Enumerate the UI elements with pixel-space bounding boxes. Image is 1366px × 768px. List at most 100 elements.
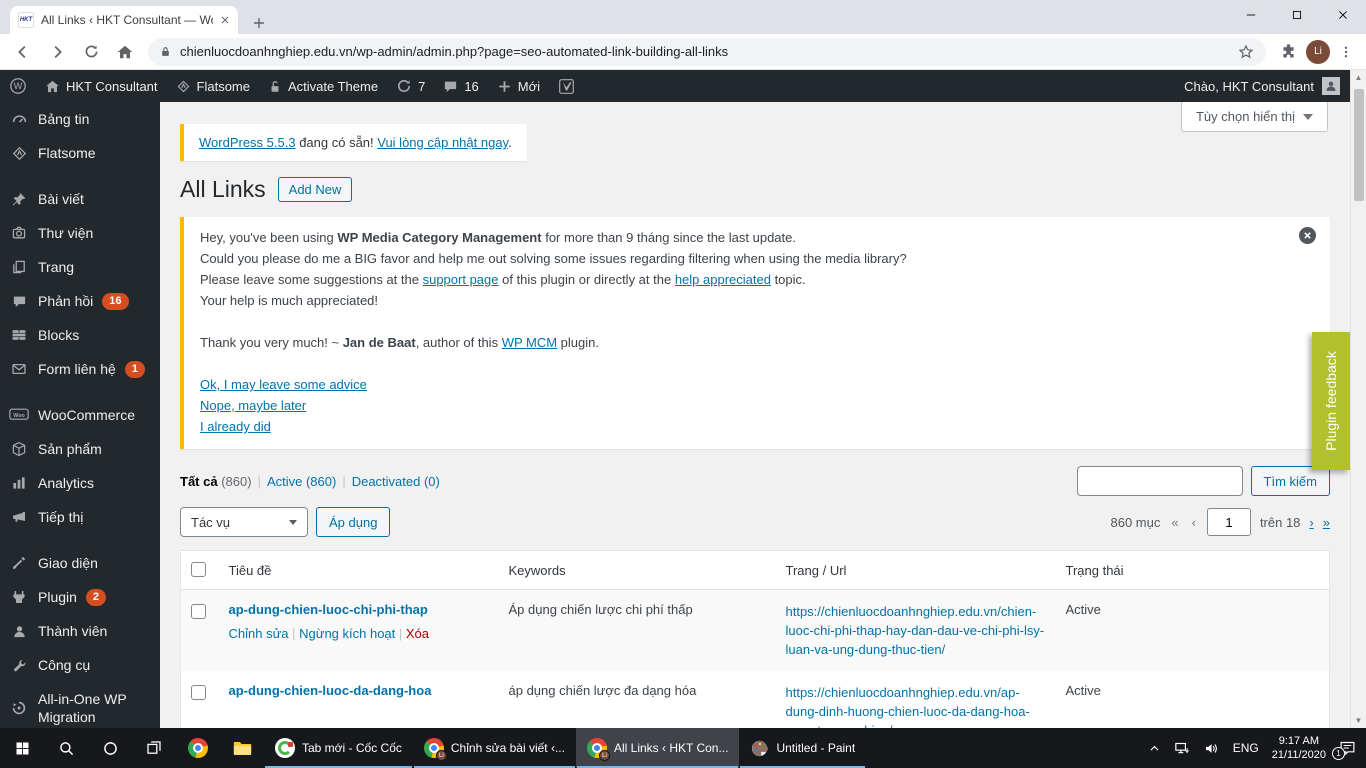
current-page-input[interactable]: [1206, 508, 1251, 536]
screen-options-button[interactable]: Tùy chọn hiển thị: [1180, 102, 1328, 132]
cortana-icon[interactable]: [88, 728, 132, 768]
taskbar-app-chrome-edit-post[interactable]: Li Chỉnh sửa bài viết ‹...: [413, 728, 576, 768]
taskbar-app-chrome-all-links[interactable]: Li All Links ‹ HKT Con...: [575, 728, 740, 768]
sidebar-item-marketing[interactable]: Tiếp thị: [0, 500, 160, 534]
filter-active[interactable]: Active (860): [267, 474, 336, 489]
browser-tab[interactable]: HKT All Links ‹ HKT Consultant — Wor: [10, 6, 238, 34]
window-minimize-button[interactable]: [1228, 0, 1274, 30]
browser-profile-avatar[interactable]: Li: [1306, 39, 1330, 64]
taskbar-app-coccoc[interactable]: Tab mới - Cốc Cốc: [264, 728, 413, 768]
speaker-icon[interactable]: [1204, 741, 1220, 756]
updates-menu[interactable]: 7: [387, 70, 434, 102]
sidebar-item-plugins[interactable]: Plugin 2: [0, 580, 160, 614]
sidebar-item-posts[interactable]: Bài viết: [0, 182, 160, 216]
back-icon[interactable]: [8, 37, 38, 67]
row-checkbox[interactable]: [191, 604, 206, 619]
comments-menu[interactable]: 16: [434, 70, 487, 102]
sidebar-item-analytics[interactable]: Analytics: [0, 466, 160, 500]
sidebar-item-dashboard[interactable]: Bảng tin: [0, 102, 160, 136]
add-new-button[interactable]: Add New: [277, 177, 353, 202]
maybe-later-link[interactable]: Nope, maybe later: [200, 395, 306, 416]
sidebar-item-media[interactable]: Thư viện: [0, 216, 160, 250]
browser-menu-icon[interactable]: [1334, 44, 1358, 60]
leave-advice-link[interactable]: Ok, I may leave some advice: [200, 374, 367, 395]
column-header-url[interactable]: Trang / Url: [775, 550, 1056, 590]
user-avatar-icon[interactable]: [1322, 77, 1340, 95]
update-now-link[interactable]: Vui lòng cập nhật ngay: [377, 135, 508, 150]
https-lock-icon[interactable]: [160, 45, 171, 58]
language-indicator[interactable]: ENG: [1233, 741, 1259, 755]
row-checkbox[interactable]: [191, 685, 206, 700]
already-did-link[interactable]: I already did: [200, 416, 271, 437]
page-url-link[interactable]: https://chienluocdoanhnghiep.edu.vn/chie…: [786, 602, 1046, 659]
sidebar-item-comments[interactable]: Phản hồi 16: [0, 284, 160, 318]
sidebar-item-tools[interactable]: Công cụ: [0, 648, 160, 682]
sidebar-item-pages[interactable]: Trang: [0, 250, 160, 284]
search-button[interactable]: Tìm kiếm: [1250, 466, 1330, 496]
sidebar-item-flatsome[interactable]: Flatsome: [0, 136, 160, 170]
clock[interactable]: 9:17 AM 21/11/2020: [1272, 734, 1326, 762]
flatsome-menu[interactable]: Flatsome: [167, 70, 259, 102]
howdy-greeting[interactable]: Chào, HKT Consultant: [1184, 79, 1314, 94]
sidebar-item-wp-migration[interactable]: All-in-One WP Migration: [0, 682, 160, 728]
notification-center-icon[interactable]: 1: [1332, 740, 1356, 760]
url-bar[interactable]: chienluocdoanhnghiep.edu.vn/wp-admin/adm…: [148, 37, 1266, 66]
filter-all[interactable]: Tất cả: [180, 474, 218, 489]
select-all-checkbox[interactable]: [191, 562, 206, 577]
tab-close-icon[interactable]: [220, 15, 230, 25]
sidebar-item-woocommerce[interactable]: Woo WooCommerce: [0, 398, 160, 432]
filter-deactivated[interactable]: Deactivated (0): [352, 474, 440, 489]
sidebar-item-products[interactable]: Sản phẩm: [0, 432, 160, 466]
extensions-puzzle-icon[interactable]: [1274, 43, 1302, 60]
url-text[interactable]: chienluocdoanhnghiep.edu.vn/wp-admin/adm…: [180, 44, 1229, 59]
home-icon[interactable]: [110, 37, 140, 67]
scroll-up-icon[interactable]: ▲: [1355, 70, 1363, 85]
last-page-button[interactable]: »: [1323, 515, 1330, 530]
delete-link[interactable]: Xóa: [406, 626, 429, 641]
taskbar-app-paint[interactable]: Untitled - Paint: [739, 728, 866, 768]
yoast-seo-menu[interactable]: [549, 70, 584, 102]
network-icon[interactable]: [1174, 741, 1191, 756]
taskbar-search-icon[interactable]: [44, 728, 88, 768]
file-explorer-icon[interactable]: [220, 728, 264, 768]
link-title[interactable]: ap-dung-chien-luoc-da-dang-hoa: [229, 683, 432, 698]
wp-mcm-link[interactable]: WP MCM: [502, 335, 557, 350]
refresh-icon[interactable]: [76, 37, 106, 67]
wordpress-version-link[interactable]: WordPress 5.5.3: [199, 135, 296, 150]
bookmark-star-icon[interactable]: [1238, 44, 1254, 60]
new-tab-button[interactable]: [252, 16, 266, 30]
support-page-link[interactable]: support page: [423, 272, 499, 287]
sidebar-item-contact-form[interactable]: Form liên hệ 1: [0, 352, 160, 386]
bulk-actions-select[interactable]: Tác vụ: [180, 507, 308, 537]
next-page-button[interactable]: ›: [1309, 515, 1313, 530]
task-view-icon[interactable]: [132, 728, 176, 768]
scroll-down-icon[interactable]: ▼: [1355, 713, 1363, 728]
tray-chevron-up-icon[interactable]: [1148, 742, 1161, 755]
sidebar-item-blocks[interactable]: Blocks: [0, 318, 160, 352]
sidebar-item-appearance[interactable]: Giao diện: [0, 546, 160, 580]
activate-theme-menu[interactable]: Activate Theme: [259, 70, 387, 102]
deactivate-link[interactable]: Ngừng kích hoạt: [299, 626, 395, 641]
dismiss-notice-icon[interactable]: [1299, 227, 1316, 244]
sidebar-item-users[interactable]: Thành viên: [0, 614, 160, 648]
start-button[interactable]: [0, 728, 44, 768]
new-content-menu[interactable]: Mới: [488, 70, 549, 102]
scrollbar-thumb[interactable]: [1353, 89, 1364, 201]
wp-logo-menu[interactable]: W: [0, 70, 36, 102]
window-close-button[interactable]: [1320, 0, 1366, 30]
plugin-feedback-tab[interactable]: Plugin feedback: [1312, 332, 1350, 470]
chrome-taskbar-icon[interactable]: [176, 728, 220, 768]
column-header-keywords[interactable]: Keywords: [498, 550, 776, 590]
apply-button[interactable]: Áp dụng: [316, 507, 391, 537]
page-url-link[interactable]: https://chienluocdoanhnghiep.edu.vn/ap-d…: [786, 683, 1046, 728]
help-appreciated-link[interactable]: help appreciated: [675, 272, 771, 287]
search-input[interactable]: [1076, 466, 1243, 496]
column-header-title[interactable]: Tiêu đề: [218, 550, 499, 590]
site-name-menu[interactable]: HKT Consultant: [36, 70, 167, 102]
link-title[interactable]: ap-dung-chien-luoc-chi-phi-thap: [229, 602, 428, 617]
page-scrollbar[interactable]: ▲ ▼: [1350, 70, 1366, 728]
forward-icon[interactable]: [42, 37, 72, 67]
edit-link[interactable]: Chỉnh sửa: [229, 626, 289, 641]
column-header-status[interactable]: Trạng thái: [1055, 550, 1330, 590]
window-maximize-button[interactable]: [1274, 0, 1320, 30]
